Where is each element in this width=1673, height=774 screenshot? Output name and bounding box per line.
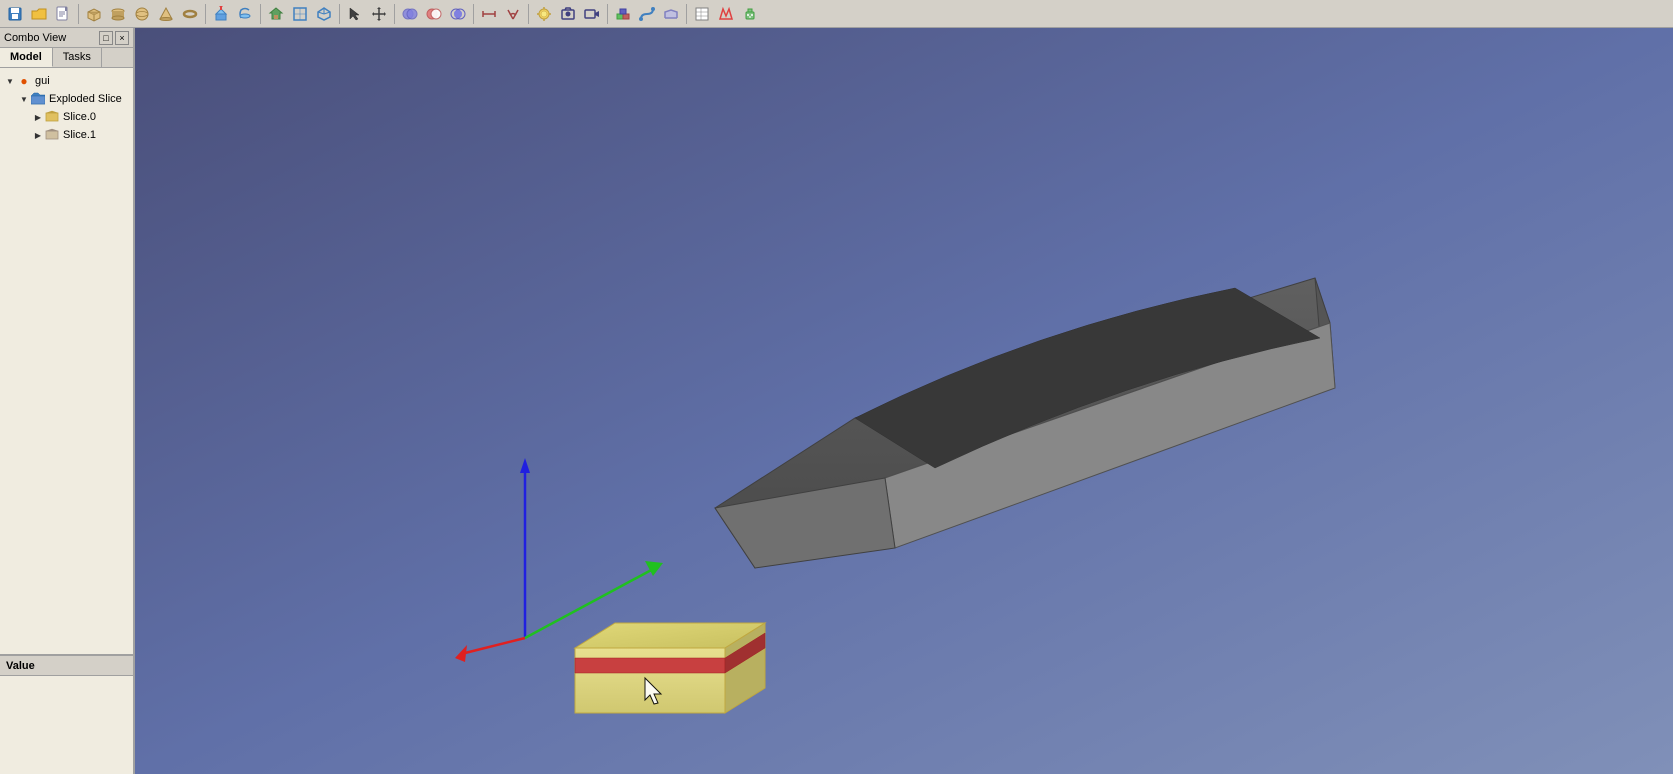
model-tree: ▼ ● gui ▼ Exploded Slice ▶ Slice.0	[0, 68, 133, 654]
select-icon[interactable]	[344, 3, 366, 25]
revolve-icon[interactable]	[234, 3, 256, 25]
tab-model[interactable]: Model	[0, 48, 53, 67]
toolbar	[0, 0, 1673, 28]
intersect-icon[interactable]	[447, 3, 469, 25]
gui-icon: ●	[16, 73, 32, 89]
combo-view-title: Combo View	[4, 32, 66, 44]
sep-2	[205, 4, 206, 24]
left-panel: Combo View □ × Model Tasks ▼ ● gui ▼	[0, 28, 135, 774]
tree-label-slice-0: Slice.0	[63, 111, 96, 123]
sphere-icon[interactable]	[131, 3, 153, 25]
path-icon[interactable]	[636, 3, 658, 25]
combo-view-header-buttons: □ ×	[99, 31, 129, 45]
combo-view-header: Combo View □ ×	[0, 28, 133, 48]
open-icon[interactable]	[28, 3, 50, 25]
box-icon[interactable]	[83, 3, 105, 25]
spreadsheet-icon[interactable]	[691, 3, 713, 25]
measure-angular-icon[interactable]	[502, 3, 524, 25]
restore-button[interactable]: □	[99, 31, 113, 45]
close-button[interactable]: ×	[115, 31, 129, 45]
sep-9	[686, 4, 687, 24]
tree-arrow-gui: ▼	[4, 75, 16, 87]
cut-icon[interactable]	[423, 3, 445, 25]
tab-tasks[interactable]: Tasks	[53, 48, 102, 67]
sep-5	[394, 4, 395, 24]
cylinder-icon[interactable]	[107, 3, 129, 25]
tree-item-slice-1[interactable]: ▶ Slice.1	[0, 126, 133, 144]
folder-icon	[30, 91, 46, 107]
tree-label-slice-1: Slice.1	[63, 129, 96, 141]
render-icon[interactable]	[533, 3, 555, 25]
view-front-icon[interactable]	[289, 3, 311, 25]
scene-svg	[135, 28, 1673, 774]
tree-arrow-slice-0: ▶	[32, 111, 44, 123]
slice1-icon	[44, 127, 60, 143]
sep-4	[339, 4, 340, 24]
measure-linear-icon[interactable]	[478, 3, 500, 25]
sep-7	[528, 4, 529, 24]
view-iso-icon[interactable]	[313, 3, 335, 25]
torus-icon[interactable]	[179, 3, 201, 25]
assembly-icon[interactable]	[612, 3, 634, 25]
snapshot-icon[interactable]	[557, 3, 579, 25]
extrude-icon[interactable]	[210, 3, 232, 25]
sep-8	[607, 4, 608, 24]
tree-label-gui: gui	[35, 75, 50, 87]
move-icon[interactable]	[368, 3, 390, 25]
video-icon[interactable]	[581, 3, 603, 25]
robot-icon[interactable]	[739, 3, 761, 25]
save-icon[interactable]	[4, 3, 26, 25]
3d-viewport[interactable]	[135, 28, 1673, 774]
tree-item-slice-0[interactable]: ▶ Slice.0	[0, 108, 133, 126]
tab-bar: Model Tasks	[0, 48, 133, 68]
properties-header: Value	[0, 656, 133, 676]
view-home-icon[interactable]	[265, 3, 287, 25]
sep-3	[260, 4, 261, 24]
tree-arrow-exploded-slice: ▼	[18, 93, 30, 105]
tree-item-exploded-slice[interactable]: ▼ Exploded Slice	[0, 90, 133, 108]
sheet-metal-icon[interactable]	[660, 3, 682, 25]
sep-6	[473, 4, 474, 24]
tree-label-exploded-slice: Exploded Slice	[49, 93, 122, 105]
sep-1	[78, 4, 79, 24]
union-icon[interactable]	[399, 3, 421, 25]
tree-arrow-slice-1: ▶	[32, 129, 44, 141]
tree-item-gui[interactable]: ▼ ● gui	[0, 72, 133, 90]
cone-icon[interactable]	[155, 3, 177, 25]
new-icon[interactable]	[52, 3, 74, 25]
fem-icon[interactable]	[715, 3, 737, 25]
slice0-icon	[44, 109, 60, 125]
main-area: Combo View □ × Model Tasks ▼ ● gui ▼	[0, 28, 1673, 774]
properties-panel: Value	[0, 654, 133, 774]
